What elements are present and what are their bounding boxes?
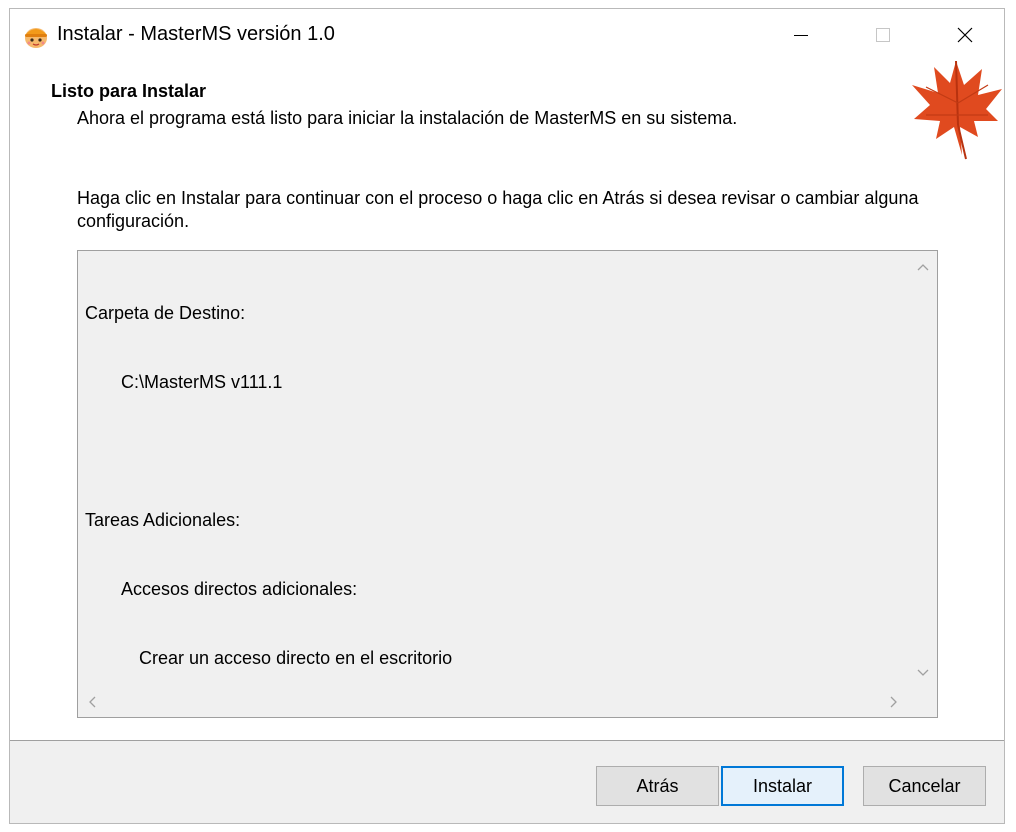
memo-line-task-item: Crear un acceso directo en el escritorio bbox=[139, 648, 453, 668]
close-icon bbox=[957, 27, 973, 43]
memo-line-tasks-header: Tareas Adicionales: bbox=[85, 510, 241, 530]
wizard-page-content: Haga clic en Instalar para continuar con… bbox=[10, 169, 1004, 741]
scrollbar-corner bbox=[908, 686, 937, 717]
scroll-right-icon[interactable] bbox=[886, 695, 900, 709]
memo-content: Carpeta de Destino: C:\MasterMS v111.1 T… bbox=[85, 256, 452, 716]
title-bar[interactable]: Instalar - MasterMS versión 1.0 bbox=[10, 9, 1004, 61]
minimize-icon bbox=[794, 34, 808, 36]
horizontal-scrollbar[interactable] bbox=[78, 686, 908, 717]
page-title: Listo para Instalar bbox=[51, 81, 207, 101]
button-bar: Atrás Instalar Cancelar bbox=[10, 741, 1004, 823]
instructions-text: Haga clic en Instalar para continuar con… bbox=[77, 188, 919, 231]
scroll-down-icon[interactable] bbox=[916, 665, 930, 679]
maple-leaf-icon bbox=[908, 55, 1004, 165]
installer-app-icon bbox=[22, 22, 50, 50]
memo-line-destination-path: C:\MasterMS v111.1 bbox=[121, 372, 283, 392]
minimize-button[interactable] bbox=[770, 9, 832, 61]
close-button[interactable] bbox=[934, 9, 996, 61]
window-title: Instalar - MasterMS versión 1.0 bbox=[57, 23, 335, 45]
installer-window: Instalar - MasterMS versión 1.0 Listo pa… bbox=[9, 8, 1005, 824]
install-button[interactable]: Instalar bbox=[721, 766, 844, 806]
vertical-scrollbar[interactable] bbox=[908, 251, 937, 687]
memo-line-blank bbox=[85, 440, 452, 463]
memo-line-destination-header: Carpeta de Destino: bbox=[85, 303, 246, 323]
maximize-button[interactable] bbox=[852, 9, 914, 61]
maximize-icon bbox=[876, 28, 890, 42]
cancel-button[interactable]: Cancelar bbox=[863, 766, 986, 806]
page-subtitle: Ahora el programa está listo para inicia… bbox=[77, 108, 738, 128]
memo-line-tasks-group: Accesos directos adicionales: bbox=[121, 579, 358, 599]
scroll-left-icon[interactable] bbox=[86, 695, 100, 709]
scroll-up-icon[interactable] bbox=[916, 261, 930, 275]
back-button[interactable]: Atrás bbox=[596, 766, 719, 806]
ready-memo[interactable]: Carpeta de Destino: C:\MasterMS v111.1 T… bbox=[77, 250, 938, 718]
